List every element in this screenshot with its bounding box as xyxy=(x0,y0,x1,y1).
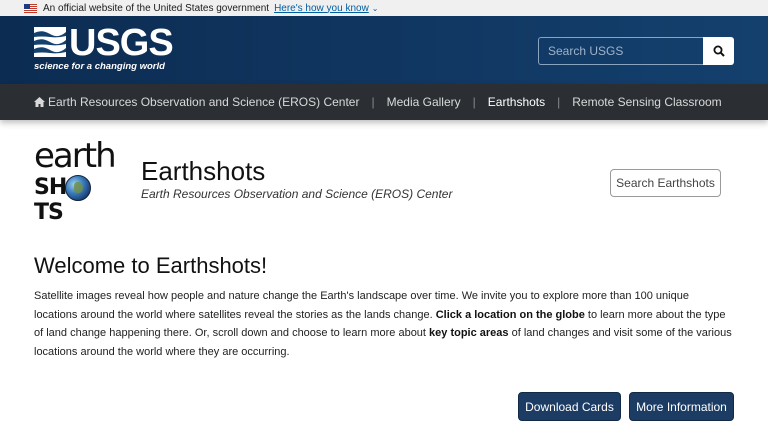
download-cards-button[interactable]: Download Cards xyxy=(518,392,621,421)
key-topic-areas-emphasis: key topic areas xyxy=(429,327,509,339)
nav-item-media-gallery[interactable]: Media Gallery xyxy=(387,95,461,109)
page-subtitle: Earth Resources Observation and Science … xyxy=(141,187,453,201)
click-globe-emphasis: Click a location on the globe xyxy=(435,308,585,321)
us-flag-icon xyxy=(24,3,37,13)
nav-divider: | xyxy=(371,95,375,109)
globe-icon xyxy=(65,175,91,201)
welcome-section: Welcome to Earthshots! Satellite images … xyxy=(34,253,734,361)
search-earthshots-button[interactable]: Search Earthshots xyxy=(610,169,721,197)
heres-how-you-know-link[interactable]: Here's how you know xyxy=(274,3,369,14)
usgs-logo-text: USGS xyxy=(69,22,174,64)
search-usgs-input[interactable] xyxy=(538,37,703,65)
nav-divider: | xyxy=(557,95,561,109)
welcome-heading: Welcome to Earthshots! xyxy=(34,253,268,278)
site-header: USGS science for a changing world xyxy=(0,16,768,84)
welcome-paragraph: Satellite images reveal how people and n… xyxy=(34,290,732,358)
page-title-area: earth SHTS Earthshots Earth Resources Ob… xyxy=(0,120,768,225)
gov-banner: An official website of the United States… xyxy=(0,0,768,16)
page-title: Earthshots xyxy=(141,156,266,186)
usgs-logo[interactable]: USGS science for a changing world xyxy=(34,22,174,76)
earthshots-logo-earth: earth xyxy=(34,136,117,176)
nav-item-earthshots[interactable]: Earthshots xyxy=(488,95,545,109)
usgs-search xyxy=(538,37,734,65)
secondary-nav: Earth Resources Observation and Science … xyxy=(0,84,768,120)
search-button[interactable] xyxy=(703,37,734,65)
home-icon[interactable] xyxy=(34,97,45,107)
nav-item-eros[interactable]: Earth Resources Observation and Science … xyxy=(48,95,359,109)
more-information-button[interactable]: More Information xyxy=(629,392,734,421)
usgs-tagline: science for a changing world xyxy=(34,61,165,72)
nav-item-remote-sensing-classroom[interactable]: Remote Sensing Classroom xyxy=(572,95,721,109)
nav-divider: | xyxy=(472,95,476,109)
chevron-down-icon[interactable]: ⌄ xyxy=(372,4,379,13)
search-icon xyxy=(713,45,725,57)
earthshots-logo: earth SHTS xyxy=(34,136,120,225)
usgs-wave-icon xyxy=(34,27,66,57)
gov-banner-text: An official website of the United States… xyxy=(43,2,270,14)
